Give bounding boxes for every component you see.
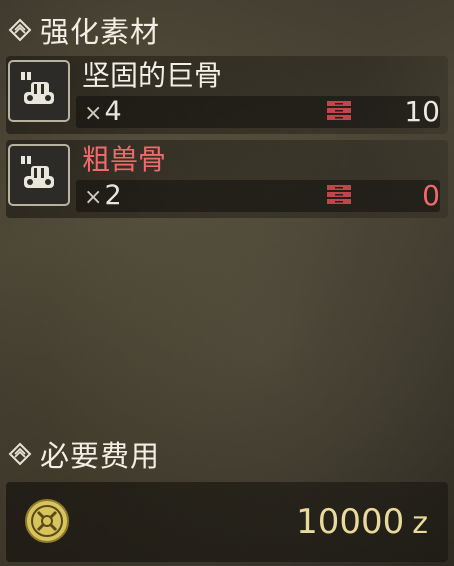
- owned-count: 0: [422, 179, 440, 212]
- cost-section-title: 必要费用: [40, 439, 161, 473]
- material-row[interactable]: 坚固的巨骨 ×4 10: [6, 56, 448, 134]
- materials-section-title: 强化素材: [40, 15, 161, 49]
- materials-section-header: 强化素材: [0, 8, 454, 52]
- cost-section-header: 必要费用: [0, 432, 454, 476]
- zenny-coin-icon: [25, 499, 69, 543]
- item-box-icon: [327, 185, 351, 204]
- material-name: 粗兽骨: [82, 143, 167, 176]
- section-diamond-icon: [8, 18, 32, 42]
- section-diamond-icon: [8, 442, 32, 466]
- required-quantity: ×4: [84, 96, 122, 127]
- cost-row: 10000 z: [6, 482, 448, 562]
- required-quantity: ×2: [84, 180, 122, 211]
- owned-count: 10: [404, 95, 440, 128]
- item-icon-frame: [8, 144, 70, 206]
- material-quantity-bar: ×4 10: [76, 96, 440, 128]
- cost-amount: 10000 z: [296, 502, 428, 542]
- item-icon-frame: [8, 60, 70, 122]
- material-name: 坚固的巨骨: [82, 59, 223, 92]
- item-box-icon: [327, 101, 351, 120]
- bone-icon: [21, 72, 54, 104]
- material-row[interactable]: 粗兽骨 ×2 0: [6, 140, 448, 218]
- bone-icon: [21, 156, 54, 188]
- material-quantity-bar: ×2 0: [76, 180, 440, 212]
